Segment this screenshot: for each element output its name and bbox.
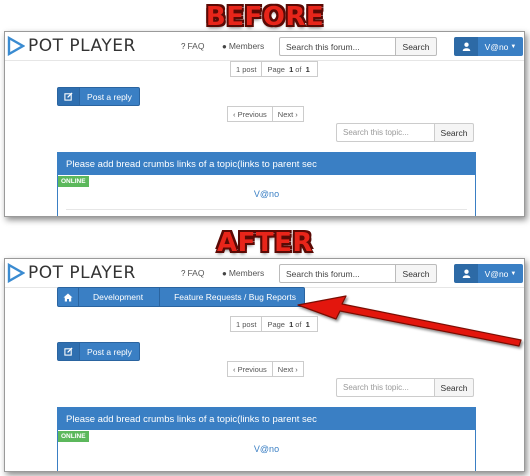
before-screenshot: POT PLAYER ? FAQ ● Members Search this f…: [4, 31, 525, 217]
post-reply-label: Post a reply: [87, 346, 132, 357]
page-total: 1: [305, 319, 310, 329]
topic-search-input[interactable]: Search this topic...: [336, 123, 435, 142]
post-count: 1 post: [230, 61, 263, 77]
page-of: of: [295, 64, 302, 74]
nav-members[interactable]: ● Members: [222, 41, 264, 51]
forum-search-input[interactable]: Search this forum...: [279, 37, 396, 56]
post-author[interactable]: V@no: [58, 189, 475, 199]
user-icon: [462, 269, 470, 278]
after-heading: AFTER: [217, 228, 313, 258]
post: Please add bread crumbs links of a topic…: [57, 407, 476, 471]
nav-faq[interactable]: ? FAQ: [181, 268, 204, 278]
logo-text: POT PLAYER: [28, 263, 136, 283]
post-reply-button[interactable]: Post a reply: [57, 87, 140, 106]
user-icon: [462, 42, 470, 51]
pencil-icon: [58, 88, 80, 105]
online-badge: ONLINE: [58, 431, 89, 442]
previous-label: Previous: [237, 109, 267, 119]
next-button[interactable]: Next ›: [272, 361, 304, 377]
topic-search-button[interactable]: Search: [435, 378, 474, 397]
forum-search-button[interactable]: Search: [396, 264, 437, 283]
forum-search-button[interactable]: Search: [396, 37, 437, 56]
before-heading: BEFORE: [205, 2, 325, 32]
topic-navigation: ‹ Previous Next ›: [227, 361, 304, 377]
nav-faq-label: FAQ: [187, 268, 205, 278]
page-indicator: Page 1 of 1: [262, 61, 318, 77]
nav-members[interactable]: ● Members: [222, 268, 264, 278]
pencil-icon: [58, 343, 80, 360]
page-indicator: Page 1 of 1: [262, 316, 318, 332]
page-current: 1: [289, 64, 294, 74]
caret-down-icon: ▼: [510, 270, 517, 277]
previous-button[interactable]: ‹ Previous: [227, 361, 273, 377]
online-badge: ONLINE: [58, 176, 89, 187]
user-avatar-button[interactable]: [454, 37, 478, 56]
logo-text: POT PLAYER: [28, 36, 136, 56]
post-title: Please add bread crumbs links of a topic…: [58, 408, 475, 430]
next-label: Next: [277, 364, 294, 374]
page-prefix: Page: [267, 319, 285, 329]
page-total: 1: [305, 64, 310, 74]
navbar: POT PLAYER ? FAQ ● Members Search this f…: [5, 259, 524, 288]
previous-label: Previous: [237, 364, 267, 374]
play-logo-icon: [7, 36, 25, 56]
post-divider: [66, 209, 467, 210]
post-reply-button[interactable]: Post a reply: [57, 342, 140, 361]
topic-navigation: ‹ Previous Next ›: [227, 106, 304, 122]
play-logo-icon: [7, 263, 25, 283]
username: V@no: [484, 41, 509, 52]
page-of: of: [295, 319, 302, 329]
nav-faq[interactable]: ? FAQ: [181, 41, 204, 51]
topic-search-button[interactable]: Search: [435, 123, 474, 142]
after-screenshot: POT PLAYER ? FAQ ● Members Search this f…: [4, 258, 525, 472]
pagination: 1 post Page 1 of 1: [230, 316, 318, 332]
previous-button[interactable]: ‹ Previous: [227, 106, 273, 122]
site-logo[interactable]: POT PLAYER: [7, 262, 136, 284]
post-count: 1 post: [230, 316, 263, 332]
post: Please add bread crumbs links of a topic…: [57, 152, 476, 216]
nav-members-label: Members: [228, 41, 265, 51]
pagination: 1 post Page 1 of 1: [230, 61, 318, 77]
next-button[interactable]: Next ›: [272, 106, 304, 122]
breadcrumb-feature-requests[interactable]: Feature Requests / Bug Reports: [160, 287, 305, 307]
user-icon: ●: [222, 268, 227, 278]
navbar: POT PLAYER ? FAQ ● Members Search this f…: [5, 32, 524, 61]
user-menu-button[interactable]: V@no ▼: [478, 37, 523, 56]
username: V@no: [484, 268, 509, 279]
page-prefix: Page: [267, 64, 285, 74]
site-logo[interactable]: POT PLAYER: [7, 35, 136, 57]
nav-faq-label: FAQ: [187, 41, 205, 51]
user-icon: ●: [222, 41, 227, 51]
forum-search-input[interactable]: Search this forum...: [279, 264, 396, 283]
breadcrumb-development[interactable]: Development: [79, 287, 161, 307]
breadcrumb-home[interactable]: [57, 287, 79, 307]
post-author[interactable]: V@no: [58, 444, 475, 454]
next-label: Next: [277, 109, 294, 119]
caret-down-icon: ▼: [510, 43, 517, 50]
user-menu-button[interactable]: V@no ▼: [478, 264, 523, 283]
post-title: Please add bread crumbs links of a topic…: [58, 153, 475, 175]
question-icon: ?: [181, 41, 186, 51]
page-current: 1: [289, 319, 294, 329]
topic-search-input[interactable]: Search this topic...: [336, 378, 435, 397]
post-reply-label: Post a reply: [87, 91, 132, 102]
breadcrumb: Development Feature Requests / Bug Repor…: [57, 287, 305, 307]
home-icon: [63, 293, 73, 301]
nav-members-label: Members: [228, 268, 265, 278]
question-icon: ?: [181, 268, 186, 278]
user-avatar-button[interactable]: [454, 264, 478, 283]
